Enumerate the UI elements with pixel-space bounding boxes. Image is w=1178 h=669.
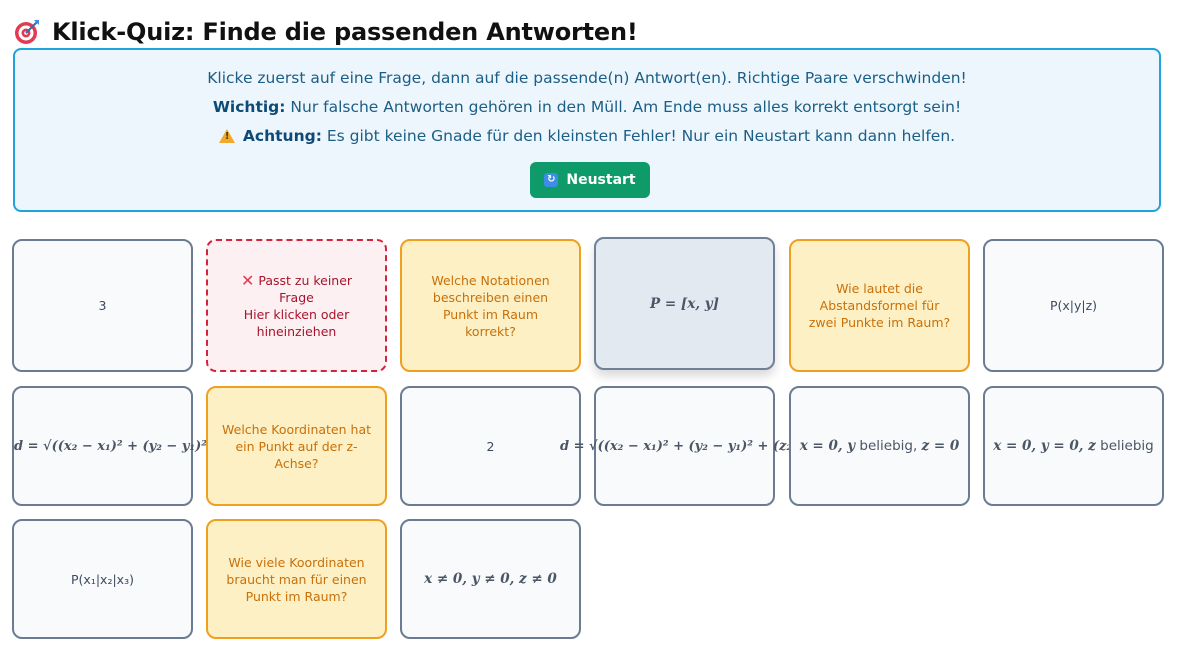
important-label: Wichtig:: [212, 98, 286, 116]
question-card[interactable]: Wie lautet die Abstandsformel für zwei P…: [789, 239, 970, 372]
instruction-line-3: Achtung: Es gibt keine Gnade für den kle…: [15, 127, 1159, 145]
instruction-line-2: Wichtig: Nur falsche Antworten gehören i…: [15, 98, 1159, 116]
instructions-panel: Klicke zuerst auf eine Frage, dann auf d…: [13, 48, 1161, 212]
warning-label: Achtung:: [242, 127, 322, 145]
card-text: Wie viele Koordinaten braucht man für ei…: [226, 554, 367, 604]
trash-title: Passt zu keiner Frage: [258, 272, 353, 305]
question-card[interactable]: Welche Koordinaten hat ein Punkt auf der…: [206, 386, 387, 506]
trash-dropzone[interactable]: ✕ Passt zu keiner Frage Hier klicken oder …: [206, 239, 387, 372]
card-text: Wie lautet die Abstandsformel für zwei P…: [808, 281, 951, 330]
answer-card-selected[interactable]: P = [x, y]: [594, 237, 775, 370]
answer-card[interactable]: 2: [400, 386, 581, 506]
card-math: x = 0, y = 0, z: [993, 438, 1096, 454]
important-text: Nur falsche Antworten gehören in den Mül…: [285, 98, 962, 116]
answer-card[interactable]: x = 0, y = 0, z beliebig: [983, 386, 1164, 506]
trash-text: ✕ Passt zu keiner Frage Hier klicken oder …: [222, 272, 371, 340]
answer-card[interactable]: d = √((x₂ − x₁)² + (y₂ − y₁)²: [12, 386, 207, 506]
card-plain: beliebig: [1095, 438, 1154, 454]
card-plain: beliebig,: [855, 438, 922, 454]
card-text: x = 0, y = 0, z beliebig: [993, 438, 1153, 454]
card-text: P = [x, y]: [650, 295, 719, 312]
instruction-line-1: Klicke zuerst auf eine Frage, dann auf d…: [207, 69, 967, 87]
answer-card[interactable]: x ≠ 0, y ≠ 0, z ≠ 0: [400, 519, 581, 639]
refresh-icon: ↻: [544, 173, 559, 187]
card-text: P(x|y|z): [1049, 298, 1098, 313]
restart-button[interactable]: ↻ Neustart: [530, 162, 650, 198]
card-text: Welche Koordinaten hat ein Punkt auf der…: [222, 421, 371, 471]
answer-card[interactable]: d = √((x₂ − x₁)² + (y₂ − y₁)² + (z₂ − z₁…: [560, 386, 837, 506]
card-text: d = √((x₂ − x₁)² + (y₂ − y₁)²: [14, 438, 207, 454]
restart-label: Neustart: [566, 172, 636, 188]
question-card[interactable]: Wie viele Koordinaten braucht man für ei…: [206, 519, 387, 639]
page-title: Klick-Quiz: Finde die passenden Antworte…: [52, 18, 638, 46]
answer-card[interactable]: x = 0, y beliebig, z = 0: [789, 386, 970, 506]
answer-card[interactable]: P(x|y|z): [983, 239, 1164, 372]
card-text: x = 0, y beliebig, z = 0: [800, 438, 960, 454]
answer-card[interactable]: P(x₁|x₂|x₃): [12, 519, 193, 639]
card-text: P(x₁|x₂|x₃): [71, 571, 134, 587]
card-text: x ≠ 0, y ≠ 0, z ≠ 0: [424, 571, 557, 587]
card-text: Welche Notationen beschreiben einen Punk…: [431, 272, 550, 339]
cross-icon: ✕: [240, 270, 255, 290]
warning-text: Es gibt keine Gnade für den kleinsten Fe…: [321, 127, 956, 145]
card-text: 2: [486, 438, 495, 454]
card-math: x = 0, y: [799, 438, 856, 454]
warning-icon: [218, 129, 235, 143]
answer-card[interactable]: 3: [12, 239, 193, 372]
trash-hint: Hier klicken oder hineinziehen: [243, 306, 350, 339]
target-icon: [14, 19, 40, 45]
card-text: 3: [98, 298, 107, 313]
card-math: z = 0: [921, 438, 960, 454]
page-header: Klick-Quiz: Finde die passenden Antworte…: [14, 18, 638, 46]
question-card[interactable]: Welche Notationen beschreiben einen Punk…: [400, 239, 581, 372]
